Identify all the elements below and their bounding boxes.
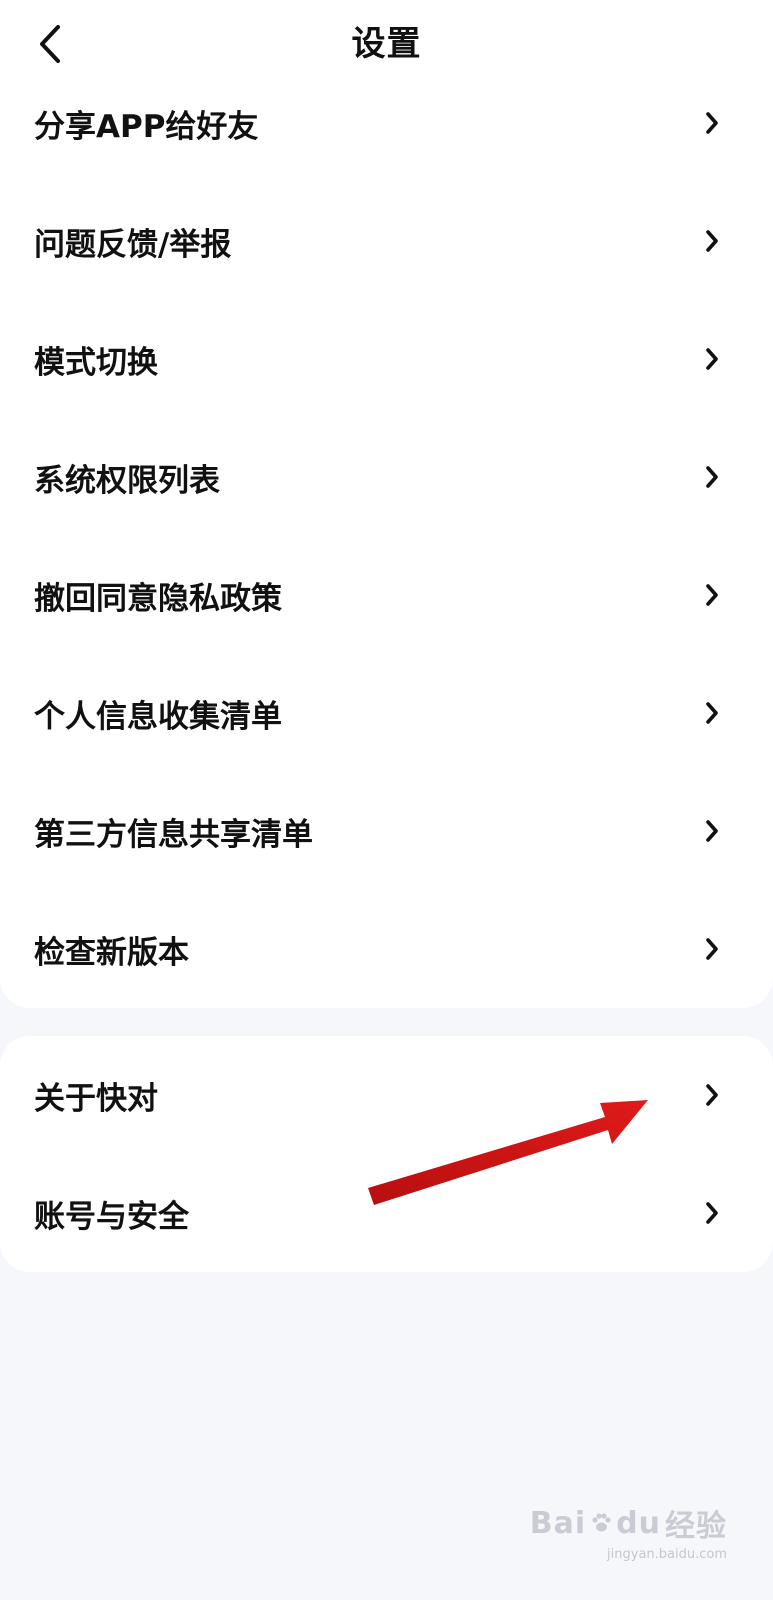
settings-group-main: 分享APP给好友 问题反馈/举报 模式切换 系统权限列表 撤回同意隐私政策 个人… (0, 64, 773, 1008)
chevron-right-icon (701, 1199, 723, 1227)
settings-item-third-party-sharing-list[interactable]: 第三方信息共享清单 (0, 772, 773, 890)
chevron-right-icon (701, 935, 723, 963)
watermark-brand-latin-2: du (616, 1505, 661, 1541)
settings-item-system-permissions[interactable]: 系统权限列表 (0, 418, 773, 536)
page-title: 设置 (351, 24, 422, 64)
watermark-url: jingyan.baidu.com (607, 1547, 727, 1562)
watermark-brand-latin: Bai (529, 1505, 587, 1541)
chevron-right-icon (701, 463, 723, 491)
chevron-right-icon (701, 227, 723, 255)
settings-item-mode-switch[interactable]: 模式切换 (0, 300, 773, 418)
chevron-right-icon (701, 1081, 723, 1109)
settings-item-label: 检查新版本 (34, 934, 189, 971)
chevron-right-icon (701, 345, 723, 373)
chevron-right-icon (701, 699, 723, 727)
settings-item-label: 系统权限列表 (34, 462, 220, 499)
settings-item-check-update[interactable]: 检查新版本 (0, 890, 773, 1008)
settings-item-feedback-report[interactable]: 问题反馈/举报 (0, 182, 773, 300)
settings-item-withdraw-privacy-consent[interactable]: 撤回同意隐私政策 (0, 536, 773, 654)
paw-icon (592, 1513, 611, 1532)
chevron-right-icon (701, 109, 723, 137)
settings-item-label: 分享APP给好友 (34, 108, 259, 145)
settings-item-label: 个人信息收集清单 (34, 698, 282, 735)
baidu-logo: Bai du 经验 (530, 1501, 727, 1545)
chevron-right-icon (701, 817, 723, 845)
chevron-right-icon (701, 581, 723, 609)
settings-item-label: 模式切换 (34, 344, 158, 381)
red-arrow-icon (368, 1100, 648, 1205)
watermark: Bai du 经验 jingyan.baidu.com (530, 1501, 727, 1563)
settings-item-label: 第三方信息共享清单 (34, 816, 313, 853)
settings-item-personal-info-list[interactable]: 个人信息收集清单 (0, 654, 773, 772)
settings-item-share-app[interactable]: 分享APP给好友 (0, 64, 773, 182)
watermark-brand-cn: 经验 (665, 1509, 727, 1544)
settings-item-label: 问题反馈/举报 (34, 226, 232, 263)
settings-item-label: 撤回同意隐私政策 (34, 580, 282, 617)
